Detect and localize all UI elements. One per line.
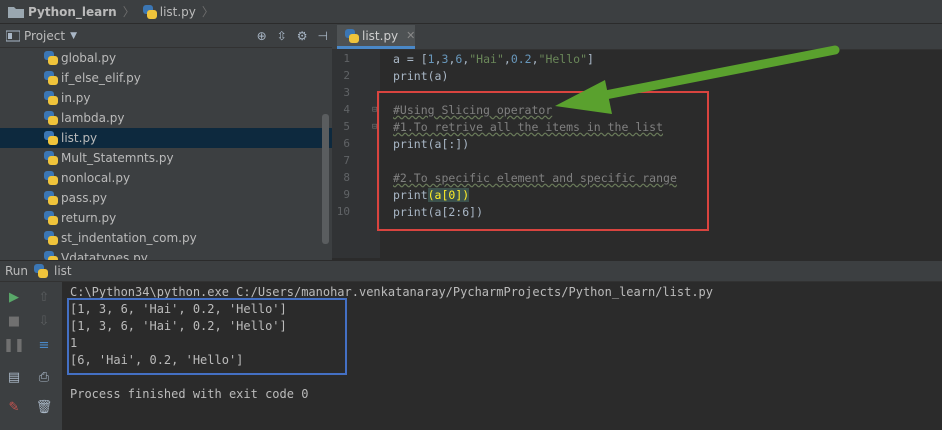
file-tree-item-label: if_else_elif.py — [61, 71, 141, 85]
python-file-icon — [44, 211, 58, 225]
print-icon[interactable]: ⎙ — [35, 368, 53, 386]
hide-panel-icon[interactable]: ⊣ — [318, 29, 328, 43]
breadcrumb-file[interactable]: list.py 〉 — [135, 3, 214, 20]
restore-layout-icon[interactable]: ▤ — [5, 368, 23, 386]
file-tree-item[interactable]: return.py — [0, 208, 332, 228]
python-file-icon — [34, 264, 49, 278]
console-command: C:\Python34\python.exe C:/Users/manohar.… — [70, 285, 713, 299]
stop-icon[interactable]: ■ — [5, 312, 23, 330]
project-panel-header: Project ▼ ⊕ ⇳ ⚙ ⊣ — [0, 24, 332, 48]
project-icon — [6, 30, 20, 41]
trash-icon[interactable]: 🗑 — [35, 398, 53, 416]
python-file-icon — [44, 231, 58, 245]
file-tree-item-label: st_indentation_com.py — [61, 231, 197, 245]
line-number: 2 — [343, 69, 350, 82]
tab-label: list.py — [362, 28, 399, 43]
line-number: 7 — [343, 154, 350, 167]
python-file-icon — [44, 151, 58, 165]
line-number: 5 — [343, 120, 350, 133]
python-file-icon — [44, 51, 58, 65]
python-file-icon — [345, 28, 359, 43]
run-config-label[interactable]: list — [54, 264, 72, 278]
python-file-icon — [44, 111, 58, 125]
line-number: 4 — [343, 103, 350, 116]
line-number: 1 — [343, 52, 350, 65]
python-file-icon — [142, 4, 157, 19]
code-token: a = [ — [393, 52, 428, 66]
pause-icon[interactable]: ❚❚ — [3, 336, 25, 354]
collapse-all-icon[interactable]: ⇳ — [277, 29, 287, 43]
rerun-play-icon[interactable]: ▶ — [5, 288, 23, 306]
line-number: 6 — [343, 137, 350, 150]
scroll-from-source-icon[interactable]: ⊕ — [257, 29, 267, 43]
file-tree-item-label: Vdatatypes.py — [61, 251, 148, 260]
line-number: 3 — [343, 86, 350, 99]
line-number-gutter: 1 2 3 4 5 6 7 8 9 10 ⊟ ⊟ — [332, 50, 380, 258]
python-file-icon — [44, 251, 58, 260]
code-token: 1 — [427, 52, 435, 66]
file-tree-item[interactable]: nonlocal.py — [0, 168, 332, 188]
gear-icon[interactable]: ⚙ — [297, 29, 308, 43]
file-tree-item-label: in.py — [61, 91, 91, 105]
file-tree-item[interactable]: list.py — [0, 128, 332, 148]
project-panel-title[interactable]: Project — [24, 29, 65, 43]
line-number: 10 — [336, 205, 350, 218]
file-tree: global.py if_else_elif.py in.py lambda.py li… — [0, 48, 332, 260]
run-tool-window-header: Run list — [0, 260, 942, 282]
chevron-right-icon: 〉 — [122, 5, 135, 19]
python-file-icon — [44, 131, 58, 145]
tab-list-py[interactable]: list.py ✕ — [337, 25, 415, 49]
soft-wrap-icon[interactable]: ≡ — [35, 336, 53, 354]
arrow-down-icon[interactable]: ⇩ — [35, 312, 53, 330]
file-tree-item-label: pass.py — [61, 191, 108, 205]
folder-icon — [8, 7, 24, 18]
python-file-icon — [44, 171, 58, 185]
file-tree-item[interactable]: in.py — [0, 88, 332, 108]
breadcrumb: Python_learn 〉 list.py 〉 — [0, 0, 942, 24]
file-tree-item-label: lambda.py — [61, 111, 125, 125]
file-tree-item[interactable]: Mult_Statemnts.py — [0, 148, 332, 168]
code-line-2: print(a) — [393, 69, 449, 83]
breadcrumb-project[interactable]: Python_learn 〉 — [0, 3, 135, 20]
scrollbar[interactable] — [322, 114, 329, 244]
code-token: "Hai" — [469, 52, 504, 66]
line-number: 9 — [343, 188, 350, 201]
code-token: 0.2 — [510, 52, 532, 66]
annotation-blue-box — [67, 298, 347, 375]
file-tree-item[interactable]: if_else_elif.py — [0, 68, 332, 88]
file-tree-item-label: nonlocal.py — [61, 171, 131, 185]
python-file-icon — [44, 91, 58, 105]
run-label[interactable]: Run — [5, 264, 28, 278]
arrow-up-icon[interactable]: ⇧ — [35, 288, 53, 306]
file-tree-item[interactable]: global.py — [0, 48, 332, 68]
console-exit-message: Process finished with exit code 0 — [70, 387, 309, 401]
breadcrumb-file-label: list.py — [159, 4, 196, 19]
close-icon[interactable]: ✕ — [406, 29, 415, 42]
file-tree-item-label: list.py — [61, 131, 98, 145]
dropdown-arrow-icon[interactable]: ▼ — [70, 31, 77, 41]
file-tree-item-label: return.py — [61, 211, 117, 225]
python-file-icon — [44, 191, 58, 205]
run-toolbar: ▶ ⇧ ■ ⇩ ❚❚ ≡ ▤ ⎙ ✎ 🗑 — [0, 282, 62, 430]
pin-icon[interactable]: ✎ — [5, 398, 23, 416]
file-tree-item-label: Mult_Statemnts.py — [61, 151, 174, 165]
file-tree-item[interactable]: pass.py — [0, 188, 332, 208]
file-tree-item[interactable]: lambda.py — [0, 108, 332, 128]
python-file-icon — [44, 71, 58, 85]
annotation-green-arrow — [555, 45, 840, 114]
file-tree-item[interactable]: st_indentation_com.py — [0, 228, 332, 248]
file-tree-item[interactable]: Vdatatypes.py — [0, 248, 332, 260]
chevron-right-icon: 〉 — [201, 5, 214, 19]
project-panel: Project ▼ ⊕ ⇳ ⚙ ⊣ global.py if_else_elif.… — [0, 24, 332, 260]
line-number: 8 — [343, 171, 350, 184]
breadcrumb-project-label: Python_learn — [28, 4, 117, 19]
file-tree-item-label: global.py — [61, 51, 117, 65]
